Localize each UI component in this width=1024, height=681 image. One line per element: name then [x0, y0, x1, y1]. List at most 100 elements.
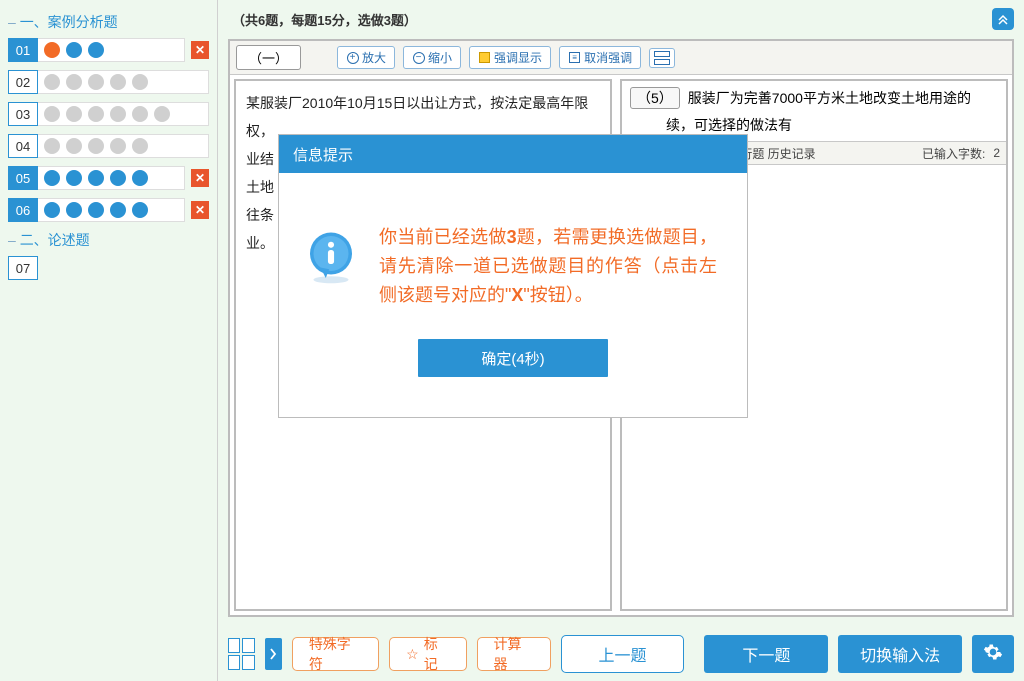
question-row: 06 ✕	[8, 198, 209, 222]
progress-dot	[66, 170, 82, 186]
question-row: 07	[8, 256, 209, 280]
collapse-button[interactable]	[992, 8, 1014, 30]
answer-head: （5） 服装厂为完善7000平方米土地改变土地用途的	[622, 81, 1006, 115]
progress-dot	[110, 74, 126, 90]
answer-line1: 服装厂为完善7000平方米土地改变土地用途的	[688, 88, 971, 108]
progress-dot	[44, 202, 60, 218]
split-icon	[654, 51, 670, 65]
expand-nav-button[interactable]	[265, 638, 282, 670]
progress-dot	[132, 138, 148, 154]
tab-indicator: （一）	[236, 45, 301, 70]
subquestion-number: （5）	[630, 87, 680, 109]
question-number[interactable]: 03	[8, 102, 38, 126]
question-number[interactable]: 01	[8, 38, 38, 62]
modal-title: 信息提示	[279, 135, 747, 173]
modal-ok-button[interactable]: 确定(4秒)	[418, 339, 608, 377]
progress-dot	[132, 42, 148, 58]
info-modal: 信息提示 你当前已经选做3题，若需更换选做题目，请先清除一道已选做题目的作答（点…	[278, 134, 748, 418]
progress-dot	[154, 42, 170, 58]
next-button[interactable]: 下一题	[704, 635, 828, 673]
gear-icon	[983, 642, 1003, 667]
clear-answer-button[interactable]: ✕	[191, 169, 209, 187]
history-label[interactable]: 行题 历史记录	[740, 145, 815, 162]
progress-dot	[154, 138, 170, 154]
progress-dot	[66, 202, 82, 218]
question-number[interactable]: 05	[8, 166, 38, 190]
ime-button[interactable]: 切换输入法	[838, 635, 962, 673]
progress-dot	[110, 42, 126, 58]
minus-icon: −	[412, 51, 425, 64]
special-chars-button[interactable]: 特殊字符	[292, 637, 379, 671]
unhighlight-button[interactable]: ≡ 取消强调	[559, 46, 641, 69]
grid-nav-button[interactable]	[228, 638, 255, 670]
question-row: 05 ✕	[8, 166, 209, 190]
instruction-bar: （共6题，每题15分，选做3题）	[218, 0, 1024, 39]
question-row: 04	[8, 134, 209, 158]
unhighlight-icon: ≡	[568, 51, 581, 64]
settings-button[interactable]	[972, 635, 1014, 673]
section2-title: – 二、论述题	[8, 230, 209, 250]
question-row: 01 ✕	[8, 38, 209, 62]
question-number[interactable]: 07	[8, 256, 38, 280]
clear-answer-button[interactable]: ✕	[191, 41, 209, 59]
progress-dot	[110, 138, 126, 154]
question-dots	[38, 38, 185, 62]
calculator-button[interactable]: 计算器	[477, 637, 551, 671]
zoom-out-button[interactable]: − 缩小	[403, 46, 461, 69]
progress-dot	[88, 138, 104, 154]
progress-dot	[110, 170, 126, 186]
clear-answer-button[interactable]: ✕	[191, 201, 209, 219]
progress-dot	[66, 138, 82, 154]
progress-dot	[154, 106, 170, 122]
question-number[interactable]: 06	[8, 198, 38, 222]
mark-button[interactable]: ☆ 标记	[389, 637, 466, 671]
question-number[interactable]: 04	[8, 134, 38, 158]
progress-dot	[88, 106, 104, 122]
question-dots	[38, 102, 209, 126]
section1-title: – 一、案例分析题	[8, 12, 209, 32]
plus-icon: +	[346, 51, 359, 64]
question-row: 03	[8, 102, 209, 126]
info-icon	[303, 229, 359, 285]
question-dots	[38, 198, 185, 222]
progress-dot	[66, 106, 82, 122]
char-count-value: 2	[993, 146, 1000, 160]
progress-dot	[44, 74, 60, 90]
question-number[interactable]: 02	[8, 70, 38, 94]
question-dots	[38, 166, 185, 190]
progress-dot	[88, 42, 104, 58]
highlight-icon	[478, 51, 491, 64]
zoom-in-button[interactable]: + 放大	[337, 46, 395, 69]
highlight-button[interactable]: 强调显示	[469, 46, 551, 69]
char-count-label: 已输入字数:	[922, 145, 985, 162]
question-dots	[38, 70, 209, 94]
star-icon: ☆	[406, 646, 419, 663]
toolbar: （一） + 放大 − 缩小 强调显示 ≡ 取消强调	[230, 41, 1012, 75]
progress-dot	[132, 202, 148, 218]
split-layout-button[interactable]	[649, 48, 675, 68]
progress-dot	[154, 74, 170, 90]
progress-dot	[44, 106, 60, 122]
progress-dot	[66, 42, 82, 58]
chevron-right-icon	[269, 648, 277, 660]
progress-dot	[110, 202, 126, 218]
progress-dot	[132, 106, 148, 122]
progress-dot	[154, 202, 170, 218]
progress-dot	[88, 202, 104, 218]
progress-dot	[132, 170, 148, 186]
progress-dot	[132, 74, 148, 90]
progress-dot	[154, 170, 170, 186]
question-dots	[38, 134, 209, 158]
sidebar: – 一、案例分析题 01 ✕ 02 03 04 05 ✕ 06 ✕ – 二、论述题 07	[0, 0, 218, 681]
progress-dot	[44, 138, 60, 154]
progress-dot	[44, 42, 60, 58]
chevron-up-icon	[997, 13, 1009, 25]
question-row: 02	[8, 70, 209, 94]
prev-button[interactable]: 上一题	[561, 635, 685, 673]
progress-dot	[44, 170, 60, 186]
modal-message: 你当前已经选做3题，若需更换选做题目，请先清除一道已选做题目的作答（点击左侧该题…	[379, 223, 717, 309]
progress-dot	[88, 74, 104, 90]
progress-dot	[110, 106, 126, 122]
progress-dot	[66, 74, 82, 90]
progress-dot	[88, 170, 104, 186]
